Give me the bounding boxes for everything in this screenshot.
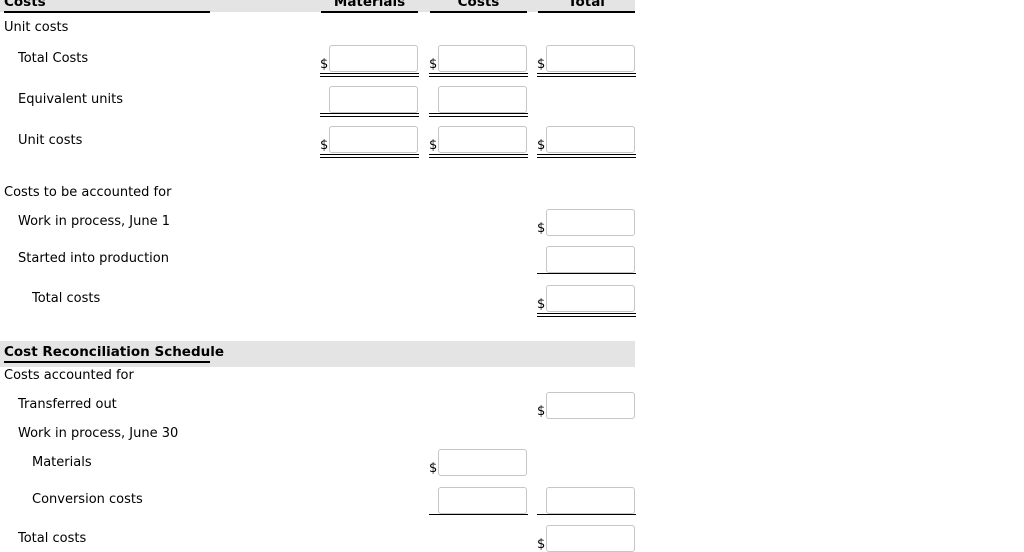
row-label-conversion-costs: Conversion costs [32,492,143,507]
rule-total-costs-conversion-b [429,76,528,77]
cell-transferred-out-total: $ [537,392,635,419]
cell-materials-conversion: $ [429,449,527,476]
input-transferred-out-total[interactable] [546,392,635,419]
rule-conversion-costs-conversion [429,514,528,515]
input-started-into-production-total[interactable] [546,246,635,273]
row-label-unit-costs-heading: Unit costs [4,20,69,35]
row-label-costs-to-be-accounted-for: Costs to be accounted for [4,185,172,200]
dollar-sign: $ [429,57,438,72]
row-label-costs-accounted-for: Costs accounted for [4,368,134,383]
rule-total-costs-total-b [537,76,636,77]
input-unit-costs-materials[interactable] [329,126,418,153]
rule-unit-costs-materials-a [320,154,419,155]
input-equivalent-units-materials[interactable] [329,86,418,113]
input-total-costs-conversion[interactable] [438,45,527,72]
rule-total-costs-materials-a [320,73,419,74]
cell-total-costs-materials: $ [320,45,418,72]
dollar-sign: $ [537,404,546,419]
input-unit-costs-conversion[interactable] [438,126,527,153]
cell-started-into-production-total [546,246,635,273]
row-label-total-costs-reconciliation: Total costs [18,531,87,546]
dollar-sign: $ [320,57,329,72]
cell-work-in-process-june-1-total: $ [537,209,635,236]
costs-section-header-rule [4,11,210,13]
rule-started-into-production-total [537,273,636,274]
column-header-total: Total [568,0,605,10]
row-label-materials: Materials [32,455,92,470]
cell-total-costs-total: $ [537,45,635,72]
row-label-total-costs: Total Costs [18,51,89,66]
input-total-costs-reconciliation-total[interactable] [546,525,635,552]
rule-total-costs-accounted-b [537,316,636,317]
dollar-sign: $ [537,138,546,153]
cell-conversion-costs-total [546,487,635,514]
cell-total-costs-accounted-total: $ [537,285,635,312]
cell-equivalent-units-materials [329,86,418,113]
rule-conversion-costs-total [537,514,636,515]
column-header-materials-rule [321,11,418,13]
dollar-sign: $ [429,461,438,476]
rule-total-costs-conversion-a [429,73,528,74]
dollar-sign: $ [537,221,546,236]
cell-unit-costs-materials: $ [320,126,418,153]
column-header-total-rule [538,11,635,13]
rule-equivalent-units-conversion-a [429,113,528,114]
dollar-sign: $ [537,297,546,312]
rule-total-costs-accounted-a [537,313,636,314]
reconciliation-section-header-rule [4,361,210,363]
input-unit-costs-total[interactable] [546,126,635,153]
input-total-costs-materials[interactable] [329,45,418,72]
cell-equivalent-units-conversion [438,86,527,113]
accounting-worksheet: Costs Materials Costs Total Unit costs T… [0,0,1024,552]
column-header-costs: Costs [457,0,500,10]
input-materials-conversion[interactable] [438,449,527,476]
row-label-started-into-production: Started into production [18,251,169,266]
row-label-work-in-process-june-30: Work in process, June 30 [18,426,179,441]
rule-equivalent-units-materials-b [320,116,419,117]
rule-total-costs-total-a [537,73,636,74]
row-label-unit-costs: Unit costs [18,133,83,148]
cell-unit-costs-total: $ [537,126,635,153]
input-conversion-costs-total[interactable] [546,487,635,514]
dollar-sign: $ [537,57,546,72]
rule-equivalent-units-conversion-b [429,116,528,117]
costs-section-header-title: Costs [4,0,46,10]
dollar-sign: $ [320,138,329,153]
cell-conversion-costs-conversion [438,487,527,514]
cell-unit-costs-conversion: $ [429,126,527,153]
dollar-sign: $ [537,537,546,552]
rule-unit-costs-materials-b [320,157,419,158]
reconciliation-section-header-title: Cost Reconciliation Schedule [4,344,225,360]
input-work-in-process-june-1-total[interactable] [546,209,635,236]
input-conversion-costs-conversion[interactable] [438,487,527,514]
column-header-materials: Materials [333,0,406,10]
column-header-costs-rule [430,11,527,13]
rule-unit-costs-conversion-b [429,157,528,158]
input-equivalent-units-conversion[interactable] [438,86,527,113]
rule-unit-costs-total-b [537,157,636,158]
rule-total-costs-materials-b [320,76,419,77]
rule-unit-costs-total-a [537,154,636,155]
rule-unit-costs-conversion-a [429,154,528,155]
row-label-transferred-out: Transferred out [18,397,117,412]
row-label-equivalent-units: Equivalent units [18,92,124,107]
input-total-costs-accounted-total[interactable] [546,285,635,312]
cell-total-costs-reconciliation-total: $ [537,525,635,552]
cell-total-costs-conversion: $ [429,45,527,72]
row-label-work-in-process-june-1: Work in process, June 1 [18,214,170,229]
row-label-total-costs-accounted: Total costs [32,291,101,306]
rule-equivalent-units-materials-a [320,113,419,114]
dollar-sign: $ [429,138,438,153]
input-total-costs-total[interactable] [546,45,635,72]
